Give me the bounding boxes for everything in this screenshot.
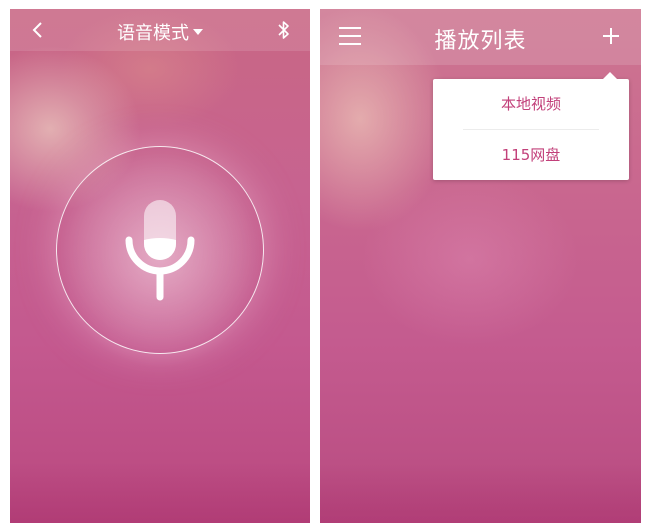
add-button[interactable]	[599, 24, 623, 48]
mode-selector[interactable]: 语音模式	[10, 19, 310, 45]
menu-item-115-cloud[interactable]: 115网盘	[433, 130, 629, 180]
voice-mode-screen: 语音模式	[10, 9, 310, 523]
top-bar: 语音模式	[10, 9, 310, 51]
voice-record-button[interactable]	[56, 146, 264, 354]
menu-item-local-video[interactable]: 本地视频	[433, 79, 629, 129]
top-bar: 播放列表	[320, 9, 641, 65]
caret-down-icon	[193, 29, 203, 35]
background-fade	[320, 463, 641, 523]
dropdown-pointer	[603, 72, 617, 79]
bluetooth-icon	[278, 21, 289, 39]
add-source-menu: 本地视频 115网盘	[433, 72, 629, 180]
page-title: 语音模式	[117, 23, 189, 44]
page-title: 播放列表	[434, 29, 527, 54]
background-fade	[10, 463, 310, 523]
bluetooth-button[interactable]	[274, 18, 294, 42]
microphone-icon	[125, 200, 195, 301]
plus-icon	[603, 28, 619, 44]
playlist-screen: 播放列表 本地视频 115网盘	[320, 9, 641, 523]
